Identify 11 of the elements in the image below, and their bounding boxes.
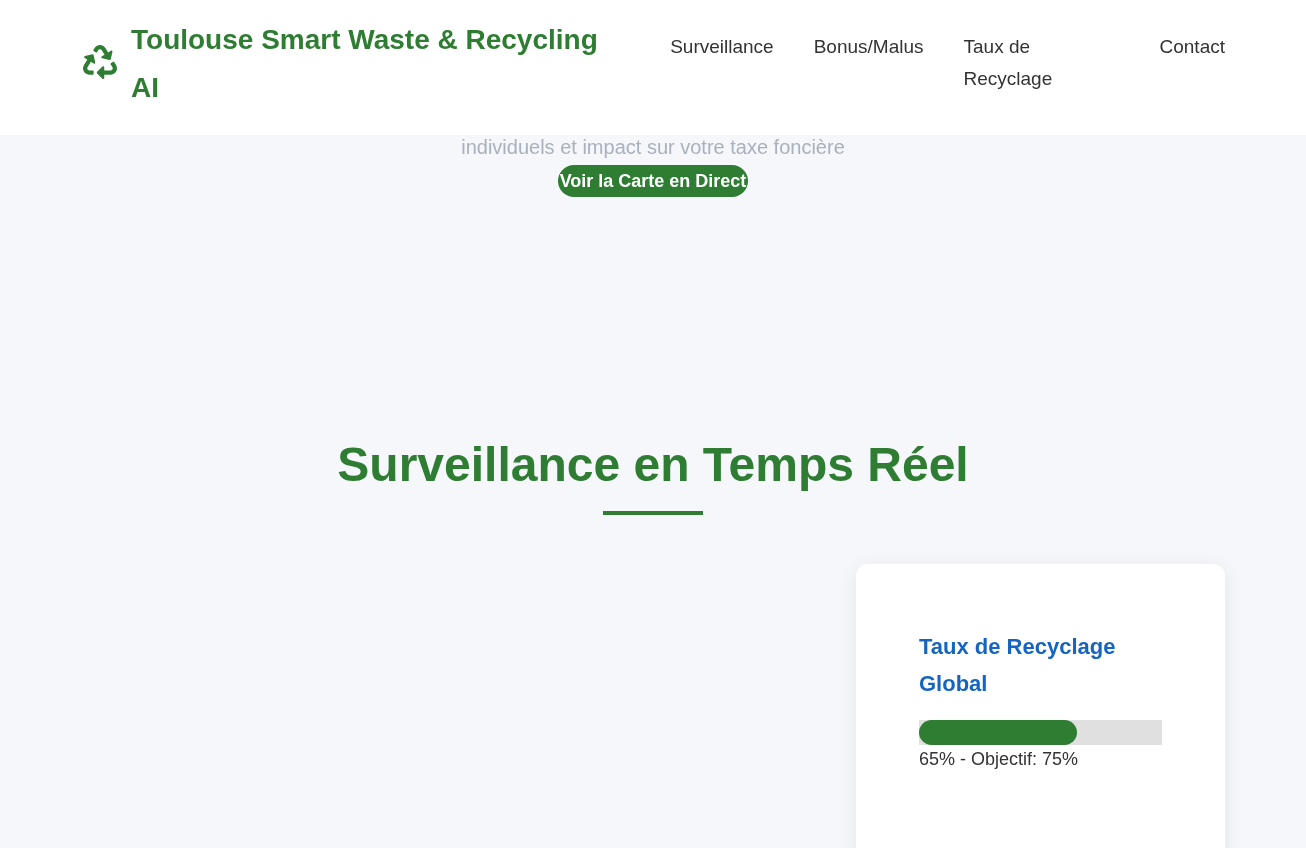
live-map-button[interactable]: Voir la Carte en Direct [557, 165, 749, 197]
site-title[interactable]: Toulouse Smart Waste & Recycling AI [131, 16, 621, 112]
progress-reading: 65% - Objectif: 75% [919, 748, 1080, 771]
hero-subtitle: individuels et impact sur votre taxe foncière [461, 135, 845, 159]
section-title: Surveillance en Temps Réel [337, 437, 969, 493]
nav-link[interactable]: Contact [1159, 31, 1225, 63]
card-title: Taux de Recyclage Global [919, 633, 1117, 698]
recycle-icon [82, 45, 118, 79]
nav-link[interactable]: Bonus/Malus [813, 31, 924, 63]
nav-link[interactable]: Surveillance [670, 31, 774, 63]
nav-link[interactable]: Taux de Recyclage [963, 31, 1064, 95]
